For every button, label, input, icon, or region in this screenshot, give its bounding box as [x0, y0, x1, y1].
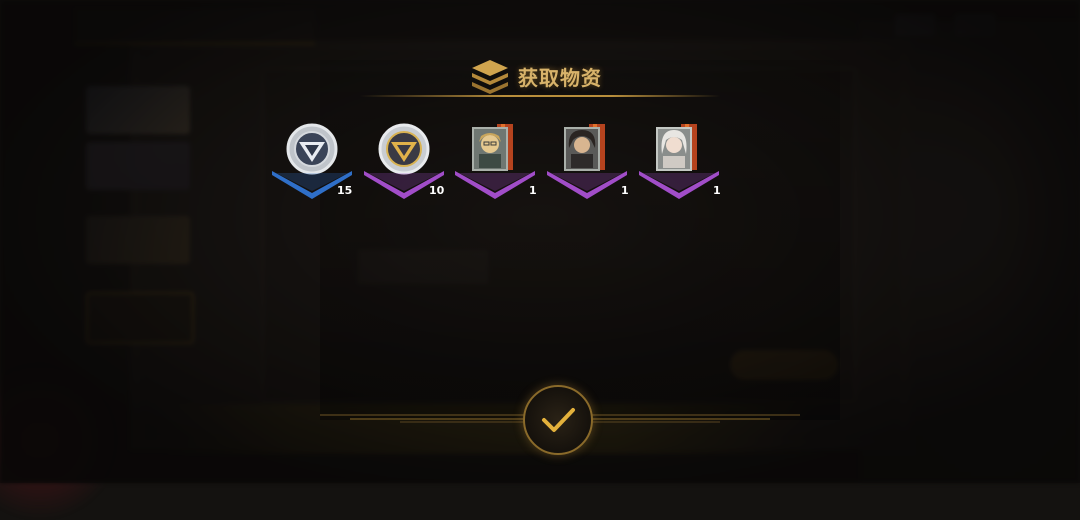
reward-item[interactable]: 15	[270, 115, 354, 205]
rarity-chevron-purple	[547, 171, 627, 199]
reward-quantity: 10	[429, 184, 445, 197]
rarity-chevron-purple	[455, 171, 535, 199]
confirm-button[interactable]	[523, 385, 593, 455]
reward-item[interactable]: 1	[637, 115, 721, 205]
dialog-title: 获取物资	[518, 65, 602, 90]
stacked-layers-icon	[472, 60, 508, 94]
reward-item[interactable]: 1	[545, 115, 629, 205]
reward-quantity: 1	[621, 184, 629, 197]
title-divider	[360, 95, 720, 97]
reward-quantity: 1	[713, 184, 721, 197]
reward-item[interactable]: 1	[453, 115, 537, 205]
reward-quantity: 1	[529, 184, 537, 197]
dialog-header: 获取物资	[468, 56, 602, 96]
checkmark-icon	[542, 408, 575, 432]
reward-item[interactable]: 10	[362, 115, 446, 205]
rarity-chevron-purple	[639, 171, 719, 199]
reward-quantity: 15	[337, 184, 353, 197]
reward-panel	[320, 60, 840, 420]
